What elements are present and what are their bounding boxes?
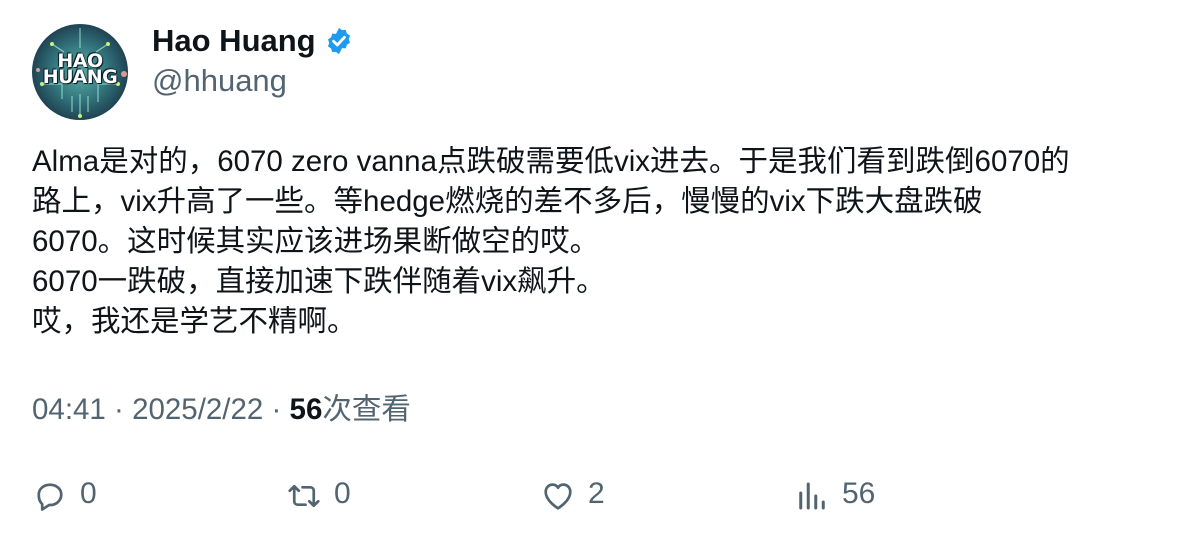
retweet-icon <box>288 484 320 508</box>
reply-button[interactable]: 0 <box>32 477 97 514</box>
views-label: 次查看 <box>322 393 411 426</box>
avatar-text-line2: HUANG <box>42 66 118 88</box>
meta-separator: · <box>114 393 133 426</box>
like-count: 2 <box>588 477 605 510</box>
tweet-line: 哎，我还是学艺不精啊。 <box>32 305 357 338</box>
tweet-meta: 04:41 · 2025/2/22 · 56次查看 <box>32 390 411 430</box>
author-name-row: Hao Huang <box>152 22 354 60</box>
tweet-date[interactable]: 2025/2/22 <box>132 393 263 426</box>
retweet-count: 0 <box>334 477 351 510</box>
retweet-button[interactable]: 0 <box>286 477 351 514</box>
views-action-count: 56 <box>842 477 876 510</box>
tweet-time[interactable]: 04:41 <box>32 393 106 426</box>
reply-count: 0 <box>80 477 97 510</box>
author-avatar[interactable]: HAO HUANG <box>32 24 128 120</box>
author-handle[interactable]: @hhuang <box>152 62 287 100</box>
views-button[interactable]: 56 <box>794 477 875 514</box>
author-display-name[interactable]: Hao Huang <box>152 22 316 60</box>
views-chart-icon <box>799 482 825 510</box>
reply-icon <box>37 483 63 511</box>
tweet-text: Alma是对的，6070 zero vanna点跌破需要低vix进去。于是我们看… <box>32 142 1172 342</box>
heart-icon <box>544 483 572 510</box>
tweet-line: 6070一跌破，直接加速下跌伴随着vix飙升。 <box>32 265 606 298</box>
verified-badge-icon[interactable] <box>324 26 354 56</box>
tweet-line: 6070。这时候其实应该进场果断做空的哎。 <box>32 225 600 258</box>
like-button[interactable]: 2 <box>540 477 605 514</box>
tweet-line: 路上，vix升高了一些。等hedge燃烧的差不多后，慢慢的vix下跌大盘跌破 <box>32 185 983 218</box>
views-count: 56 <box>289 393 323 426</box>
tweet-line: Alma是对的，6070 zero vanna点跌破需要低vix进去。于是我们看… <box>32 145 1070 178</box>
meta-separator: · <box>271 393 290 426</box>
